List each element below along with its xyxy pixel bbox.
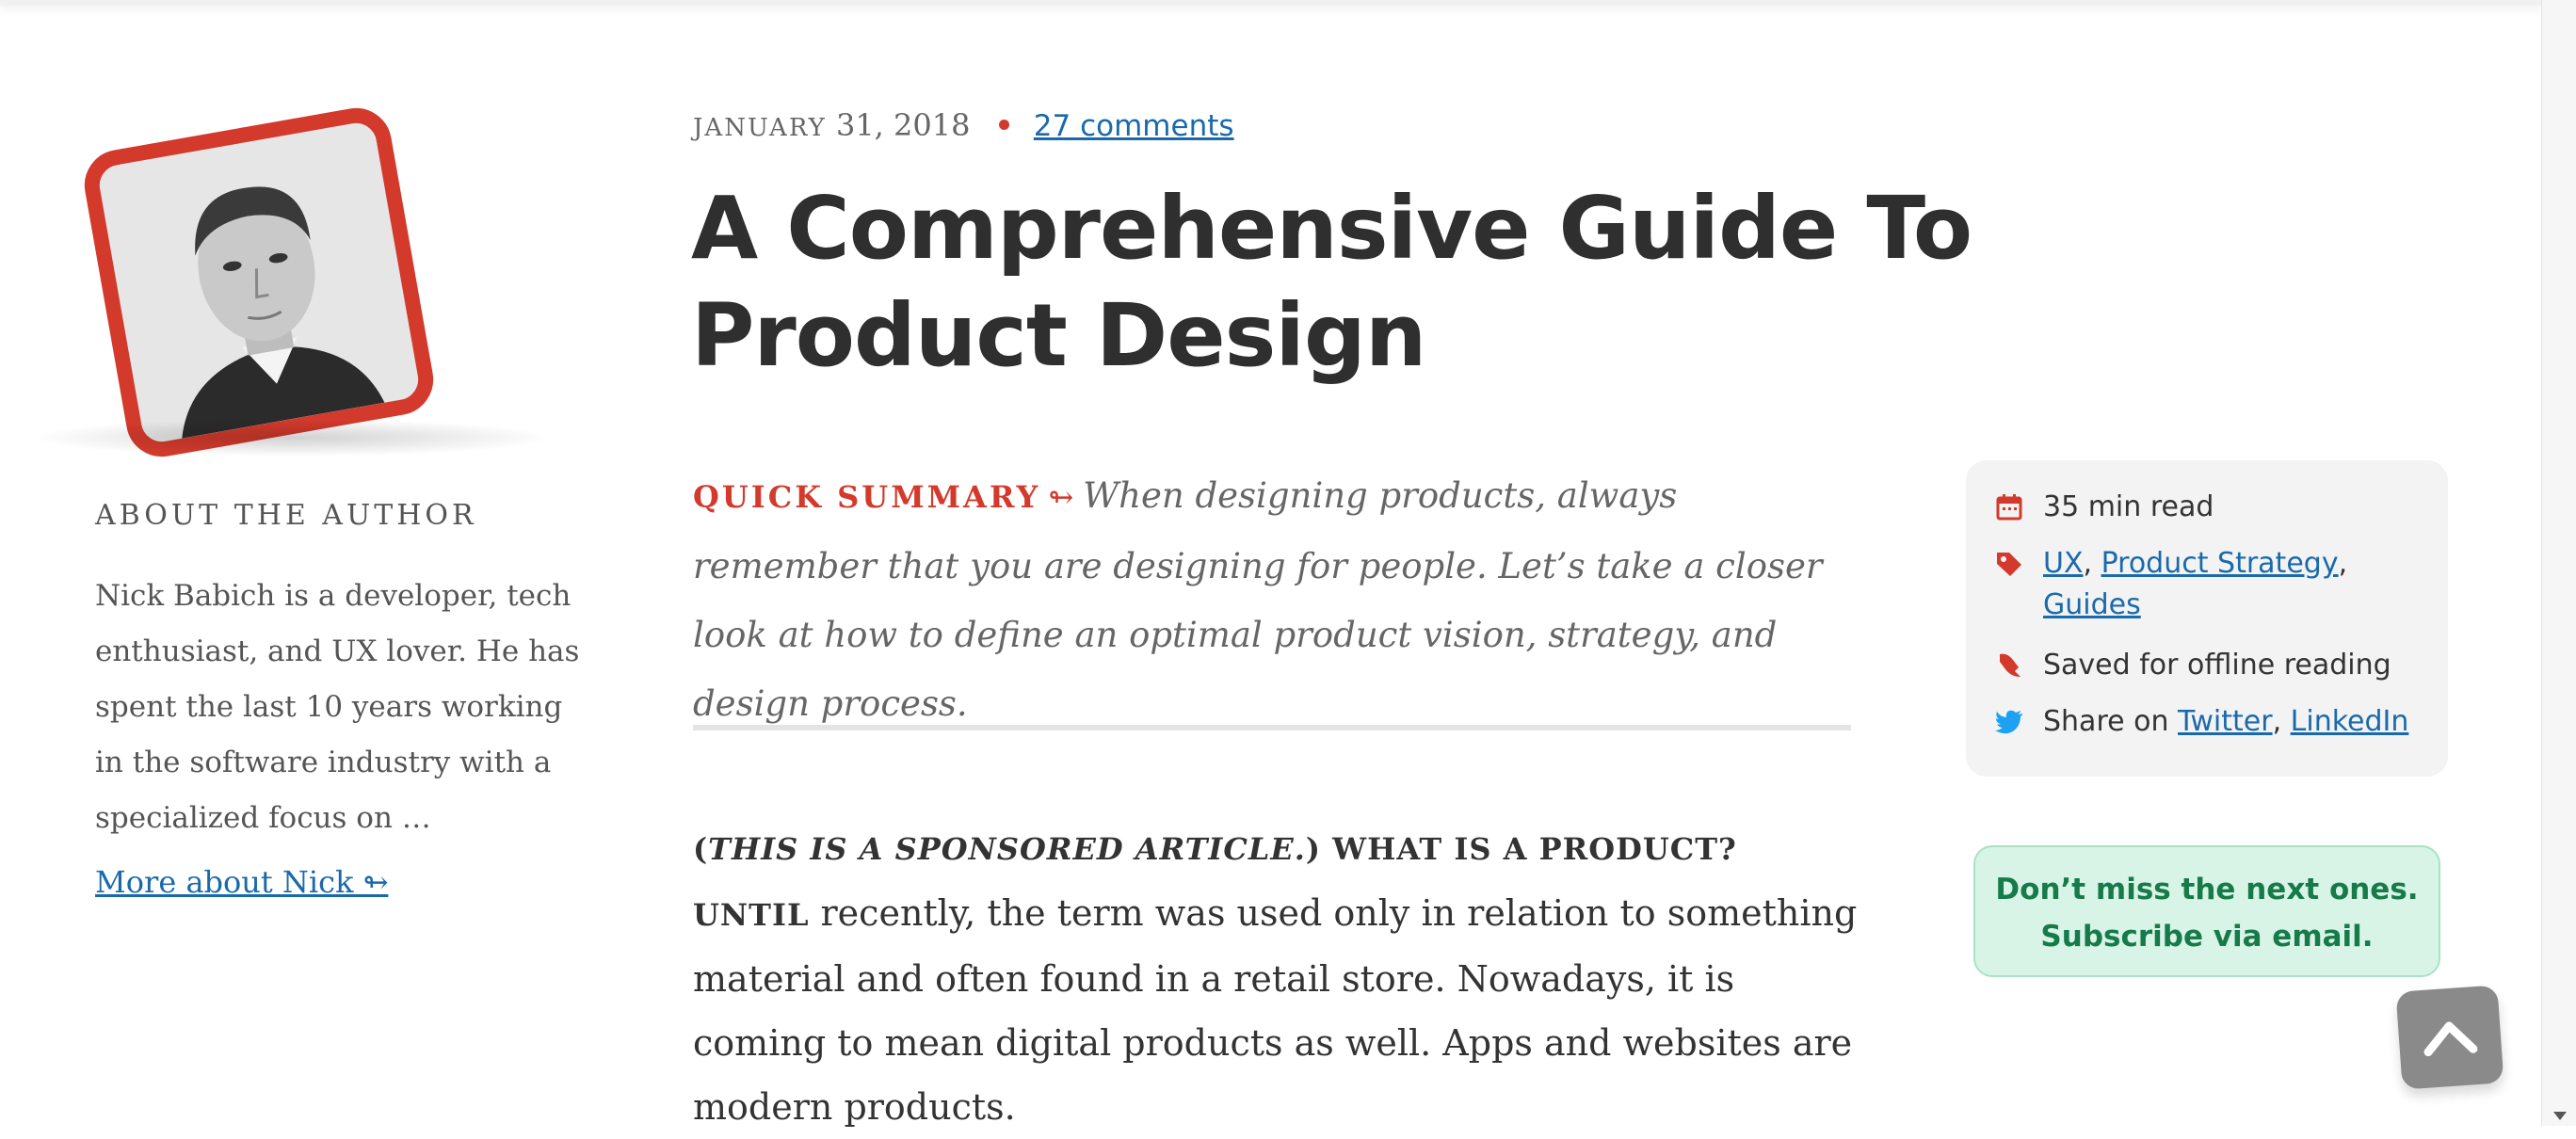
page-scrollbar[interactable]	[2541, 0, 2576, 1126]
bookmark-icon	[2000, 653, 2021, 677]
body-text: recently, the term was used only in rela…	[693, 892, 1858, 1128]
sponsored-close-paren: )	[1305, 831, 1322, 867]
quick-summary: Quick Summary ↬ When designing products, a…	[693, 461, 1860, 738]
tags-list: UX, Product Strategy, Guides	[2043, 547, 2348, 621]
newsletter-subscribe-box[interactable]: Don’t miss the next ones. Subscribe via …	[1973, 845, 2440, 977]
calendar-icon	[1996, 494, 2022, 521]
share-twitter-link[interactable]: Twitter	[2178, 705, 2273, 738]
tag-link-product-strategy[interactable]: Product Strategy	[2101, 547, 2339, 580]
saved-offline-text: Saved for offline reading	[2043, 649, 2391, 682]
quick-summary-label: Quick Summary	[693, 479, 1041, 515]
about-author-heading: About The Author	[95, 499, 477, 532]
author-portrait-image	[96, 120, 422, 445]
scroll-down-arrow-icon[interactable]	[2553, 1112, 2567, 1120]
back-to-top-button[interactable]	[2395, 985, 2504, 1090]
tag-link-guides[interactable]: Guides	[2043, 588, 2141, 621]
sponsored-notice: This is a sponsored article.	[708, 831, 1306, 867]
chevron-up-icon	[2423, 1021, 2478, 1057]
newsletter-line-1: Don’t miss the next ones.	[1995, 873, 2419, 906]
quick-summary-arrow-icon: ↬	[1048, 479, 1074, 515]
author-photo[interactable]	[78, 102, 440, 463]
share-prefix: Share on	[2043, 705, 2169, 738]
share-text: Share on Twitter, LinkedIn	[2043, 705, 2409, 738]
tag-icon	[1997, 553, 2021, 576]
article-info-box: 35 min read UX, Product Strategy, Guides …	[1966, 460, 2448, 777]
article-body-paragraph: (This is a sponsored article.) What is a…	[693, 815, 1860, 1139]
newsletter-line-2[interactable]: Subscribe via email.	[1975, 913, 2439, 960]
publish-month: January	[693, 114, 827, 142]
author-avatar[interactable]	[78, 102, 440, 463]
summary-divider	[693, 725, 1851, 730]
author-photo-shadow	[28, 419, 555, 457]
twitter-icon	[1995, 710, 2022, 734]
article-meta: January 31, 2018 27 comments	[693, 107, 1234, 143]
sponsored-open-paren: (	[693, 831, 709, 867]
comments-link[interactable]: 27 comments	[1034, 109, 1234, 143]
share-linkedin-link[interactable]: LinkedIn	[2291, 705, 2409, 738]
tag-link-ux[interactable]: UX	[2043, 547, 2084, 580]
publish-day-year: 31, 2018	[835, 107, 971, 143]
top-shadow-bar	[0, 0, 2542, 6]
article-title: A Comprehensive Guide To Product Design	[691, 178, 1972, 386]
read-time: 35 min read	[2043, 490, 2214, 523]
more-about-author-link[interactable]: More about Nick ↬	[95, 864, 388, 900]
author-bio: Nick Babich is a developer, tech enthusi…	[95, 579, 580, 835]
meta-separator-dot	[998, 120, 1009, 130]
